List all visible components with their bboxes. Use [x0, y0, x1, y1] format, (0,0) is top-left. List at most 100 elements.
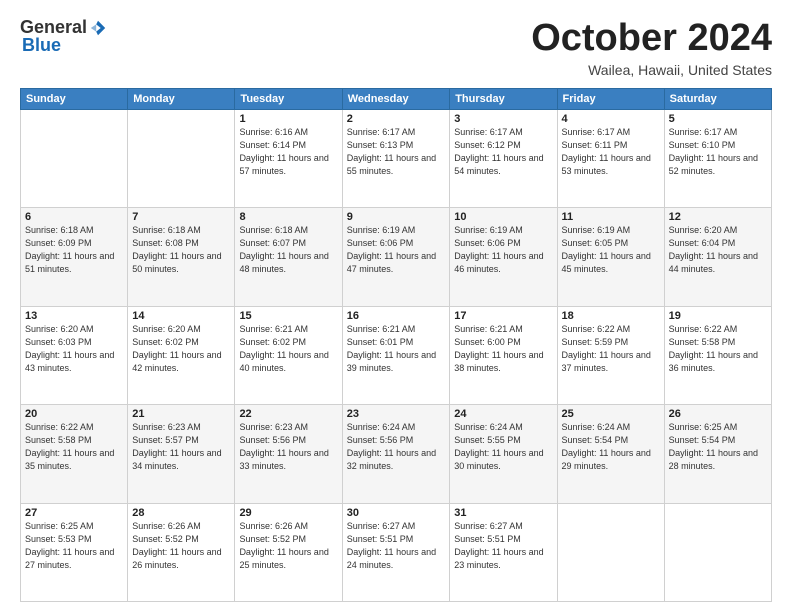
day-info: Sunrise: 6:20 AMSunset: 6:04 PMDaylight:…: [669, 224, 767, 276]
calendar-cell: 6Sunrise: 6:18 AMSunset: 6:09 PMDaylight…: [21, 208, 128, 306]
day-number: 19: [669, 310, 767, 322]
calendar-cell: 15Sunrise: 6:21 AMSunset: 6:02 PMDayligh…: [235, 306, 342, 404]
day-info: Sunrise: 6:17 AMSunset: 6:11 PMDaylight:…: [562, 126, 660, 178]
calendar-header-friday: Friday: [557, 88, 664, 109]
calendar-table: SundayMondayTuesdayWednesdayThursdayFrid…: [20, 88, 772, 602]
day-number: 2: [347, 113, 446, 125]
day-number: 29: [239, 507, 337, 519]
day-info: Sunrise: 6:25 AMSunset: 5:54 PMDaylight:…: [669, 421, 767, 473]
day-info: Sunrise: 6:22 AMSunset: 5:59 PMDaylight:…: [562, 323, 660, 375]
day-info: Sunrise: 6:18 AMSunset: 6:07 PMDaylight:…: [239, 224, 337, 276]
calendar-cell: 4Sunrise: 6:17 AMSunset: 6:11 PMDaylight…: [557, 109, 664, 207]
location: Wailea, Hawaii, United States: [531, 62, 772, 78]
calendar-cell: 17Sunrise: 6:21 AMSunset: 6:00 PMDayligh…: [450, 306, 557, 404]
calendar-cell: 25Sunrise: 6:24 AMSunset: 5:54 PMDayligh…: [557, 405, 664, 503]
calendar-week-row: 1Sunrise: 6:16 AMSunset: 6:14 PMDaylight…: [21, 109, 772, 207]
calendar-header-tuesday: Tuesday: [235, 88, 342, 109]
day-number: 12: [669, 211, 767, 223]
calendar-week-row: 13Sunrise: 6:20 AMSunset: 6:03 PMDayligh…: [21, 306, 772, 404]
day-number: 4: [562, 113, 660, 125]
calendar-week-row: 6Sunrise: 6:18 AMSunset: 6:09 PMDaylight…: [21, 208, 772, 306]
calendar-cell: 28Sunrise: 6:26 AMSunset: 5:52 PMDayligh…: [128, 503, 235, 601]
calendar-cell: 16Sunrise: 6:21 AMSunset: 6:01 PMDayligh…: [342, 306, 450, 404]
calendar-header-thursday: Thursday: [450, 88, 557, 109]
calendar-cell: 20Sunrise: 6:22 AMSunset: 5:58 PMDayligh…: [21, 405, 128, 503]
day-number: 31: [454, 507, 552, 519]
calendar-cell: 24Sunrise: 6:24 AMSunset: 5:55 PMDayligh…: [450, 405, 557, 503]
calendar-cell: 31Sunrise: 6:27 AMSunset: 5:51 PMDayligh…: [450, 503, 557, 601]
day-info: Sunrise: 6:17 AMSunset: 6:10 PMDaylight:…: [669, 126, 767, 178]
day-number: 14: [132, 310, 230, 322]
title-block: October 2024 Wailea, Hawaii, United Stat…: [531, 18, 772, 78]
calendar-cell: 5Sunrise: 6:17 AMSunset: 6:10 PMDaylight…: [664, 109, 771, 207]
day-number: 27: [25, 507, 123, 519]
calendar-header-row: SundayMondayTuesdayWednesdayThursdayFrid…: [21, 88, 772, 109]
day-number: 7: [132, 211, 230, 223]
day-number: 9: [347, 211, 446, 223]
day-info: Sunrise: 6:26 AMSunset: 5:52 PMDaylight:…: [239, 520, 337, 572]
day-info: Sunrise: 6:23 AMSunset: 5:56 PMDaylight:…: [239, 421, 337, 473]
day-info: Sunrise: 6:19 AMSunset: 6:06 PMDaylight:…: [347, 224, 446, 276]
day-number: 15: [239, 310, 337, 322]
calendar-cell: [21, 109, 128, 207]
day-info: Sunrise: 6:27 AMSunset: 5:51 PMDaylight:…: [347, 520, 446, 572]
day-number: 11: [562, 211, 660, 223]
day-number: 30: [347, 507, 446, 519]
day-number: 13: [25, 310, 123, 322]
day-info: Sunrise: 6:20 AMSunset: 6:02 PMDaylight:…: [132, 323, 230, 375]
day-number: 10: [454, 211, 552, 223]
calendar-cell: 27Sunrise: 6:25 AMSunset: 5:53 PMDayligh…: [21, 503, 128, 601]
day-info: Sunrise: 6:18 AMSunset: 6:08 PMDaylight:…: [132, 224, 230, 276]
calendar-cell: [128, 109, 235, 207]
day-number: 22: [239, 408, 337, 420]
calendar-cell: 29Sunrise: 6:26 AMSunset: 5:52 PMDayligh…: [235, 503, 342, 601]
calendar-week-row: 20Sunrise: 6:22 AMSunset: 5:58 PMDayligh…: [21, 405, 772, 503]
day-info: Sunrise: 6:22 AMSunset: 5:58 PMDaylight:…: [25, 421, 123, 473]
day-number: 5: [669, 113, 767, 125]
day-number: 18: [562, 310, 660, 322]
day-info: Sunrise: 6:24 AMSunset: 5:55 PMDaylight:…: [454, 421, 552, 473]
day-number: 24: [454, 408, 552, 420]
calendar-cell: 1Sunrise: 6:16 AMSunset: 6:14 PMDaylight…: [235, 109, 342, 207]
calendar-cell: 8Sunrise: 6:18 AMSunset: 6:07 PMDaylight…: [235, 208, 342, 306]
day-number: 21: [132, 408, 230, 420]
day-info: Sunrise: 6:20 AMSunset: 6:03 PMDaylight:…: [25, 323, 123, 375]
calendar-cell: 14Sunrise: 6:20 AMSunset: 6:02 PMDayligh…: [128, 306, 235, 404]
day-number: 8: [239, 211, 337, 223]
day-info: Sunrise: 6:21 AMSunset: 6:00 PMDaylight:…: [454, 323, 552, 375]
calendar-cell: 30Sunrise: 6:27 AMSunset: 5:51 PMDayligh…: [342, 503, 450, 601]
day-info: Sunrise: 6:24 AMSunset: 5:56 PMDaylight:…: [347, 421, 446, 473]
calendar-cell: 12Sunrise: 6:20 AMSunset: 6:04 PMDayligh…: [664, 208, 771, 306]
calendar-cell: 3Sunrise: 6:17 AMSunset: 6:12 PMDaylight…: [450, 109, 557, 207]
logo-icon: [89, 19, 107, 37]
day-number: 20: [25, 408, 123, 420]
header: General Blue October 2024 Wailea, Hawaii…: [20, 18, 772, 78]
day-number: 3: [454, 113, 552, 125]
calendar-header-sunday: Sunday: [21, 88, 128, 109]
day-number: 26: [669, 408, 767, 420]
logo: General Blue: [20, 18, 107, 56]
day-number: 17: [454, 310, 552, 322]
calendar-cell: 10Sunrise: 6:19 AMSunset: 6:06 PMDayligh…: [450, 208, 557, 306]
day-info: Sunrise: 6:26 AMSunset: 5:52 PMDaylight:…: [132, 520, 230, 572]
day-info: Sunrise: 6:21 AMSunset: 6:01 PMDaylight:…: [347, 323, 446, 375]
day-info: Sunrise: 6:17 AMSunset: 6:12 PMDaylight:…: [454, 126, 552, 178]
calendar-cell: 9Sunrise: 6:19 AMSunset: 6:06 PMDaylight…: [342, 208, 450, 306]
calendar-cell: 13Sunrise: 6:20 AMSunset: 6:03 PMDayligh…: [21, 306, 128, 404]
day-number: 23: [347, 408, 446, 420]
month-title: October 2024: [531, 18, 772, 60]
day-info: Sunrise: 6:17 AMSunset: 6:13 PMDaylight:…: [347, 126, 446, 178]
calendar-cell: [664, 503, 771, 601]
calendar-cell: 21Sunrise: 6:23 AMSunset: 5:57 PMDayligh…: [128, 405, 235, 503]
calendar-cell: 2Sunrise: 6:17 AMSunset: 6:13 PMDaylight…: [342, 109, 450, 207]
calendar-header-monday: Monday: [128, 88, 235, 109]
calendar-header-wednesday: Wednesday: [342, 88, 450, 109]
day-info: Sunrise: 6:18 AMSunset: 6:09 PMDaylight:…: [25, 224, 123, 276]
day-info: Sunrise: 6:22 AMSunset: 5:58 PMDaylight:…: [669, 323, 767, 375]
day-number: 1: [239, 113, 337, 125]
page: General Blue October 2024 Wailea, Hawaii…: [0, 0, 792, 612]
day-info: Sunrise: 6:21 AMSunset: 6:02 PMDaylight:…: [239, 323, 337, 375]
logo-blue-text: Blue: [20, 36, 107, 56]
calendar-header-saturday: Saturday: [664, 88, 771, 109]
day-info: Sunrise: 6:23 AMSunset: 5:57 PMDaylight:…: [132, 421, 230, 473]
